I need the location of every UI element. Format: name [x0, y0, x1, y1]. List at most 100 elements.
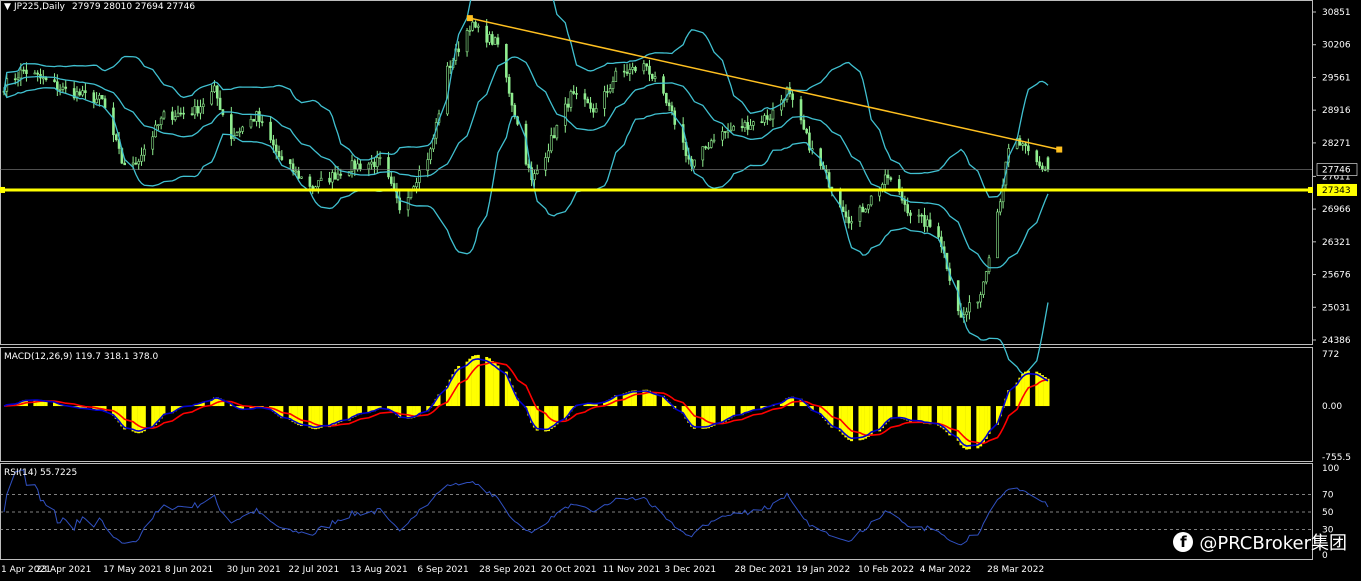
date-tick-label: 28 Mar 2022 [987, 565, 1044, 575]
candle-body [965, 311, 968, 316]
candle-body [608, 88, 612, 93]
candle-body [987, 257, 991, 272]
candle-body [883, 174, 887, 185]
macd-histogram-bar [473, 355, 477, 407]
candle-body [622, 70, 626, 73]
macd-histogram-bar [706, 406, 710, 429]
header-triangle-icon[interactable]: ▼ [4, 2, 11, 12]
candle-body [507, 76, 511, 94]
candle-body [603, 91, 606, 109]
candle-body [81, 90, 84, 96]
candle-body [625, 71, 629, 74]
candle-body [544, 157, 547, 171]
candle-body [33, 72, 37, 75]
macd-histogram-bar [1046, 378, 1050, 407]
candle-body [25, 69, 28, 74]
macd-histogram-bar [339, 406, 343, 422]
candle-body [611, 81, 615, 89]
facebook-icon: f [1173, 532, 1194, 552]
candle-body [569, 91, 573, 108]
candle-body [255, 111, 258, 122]
price-tick-label: 25031 [1322, 303, 1351, 313]
macd-histogram-bar [1038, 373, 1042, 407]
date-tick-label: 3 Dec 2021 [664, 565, 716, 575]
support-handle-left [0, 186, 5, 193]
candle-body [95, 98, 98, 104]
candle-body [157, 124, 160, 126]
candle-body [572, 91, 576, 94]
candle-body [339, 173, 343, 176]
candle-body [662, 76, 665, 94]
trendline-anchor-end [1056, 146, 1063, 153]
candle-body [917, 214, 921, 217]
candle-body [64, 86, 68, 89]
candle-body [648, 65, 651, 75]
chart-symbol: JP225,Daily [13, 2, 66, 12]
macd-histogram-bar [847, 406, 851, 440]
candle-body [269, 121, 272, 141]
candle-body [771, 109, 775, 120]
macd-histogram-bar [134, 406, 138, 433]
candle-body [308, 176, 312, 187]
candle-body [218, 97, 222, 110]
bollinger-upper [3, 0, 1049, 198]
macd-signal-line [3, 361, 1049, 445]
price-panel-frame [0, 0, 1313, 345]
macd-histogram-bar [1024, 371, 1028, 407]
macd-histogram-bar [314, 406, 318, 430]
macd-histogram-bar [925, 406, 929, 424]
candle-body [162, 111, 166, 119]
candle-body [867, 204, 870, 210]
macd-histogram-bar [493, 362, 497, 407]
candle-body [858, 206, 862, 222]
candle-body [791, 93, 794, 100]
candle-body [721, 131, 724, 141]
candle-body [701, 146, 705, 161]
candle-body [235, 132, 239, 136]
candle-body [614, 70, 618, 82]
candle-body [151, 136, 155, 150]
date-tick-label: 8 Jun 2021 [165, 565, 213, 575]
price-levels [0, 15, 1313, 193]
candle-body [903, 199, 907, 205]
candle-body [491, 34, 494, 45]
date-tick-label: 19 Jan 2022 [796, 565, 850, 575]
candle-body [998, 201, 1002, 213]
trendline-anchor-start [466, 15, 473, 22]
candle-body [886, 174, 890, 179]
macd-histogram-bar [299, 406, 303, 427]
candle-body [510, 92, 514, 106]
candle-body [740, 126, 744, 129]
candle-body [457, 48, 460, 53]
level-price-label: 27343 [1322, 186, 1351, 196]
candle-body [485, 25, 489, 43]
axes: 3085130206295612891628271276112696626321… [1, 8, 1358, 575]
candle-body [114, 134, 118, 141]
candle-body [768, 118, 772, 121]
candle-body [131, 162, 135, 166]
candle-body [984, 271, 988, 283]
candle-body [645, 63, 648, 67]
candle-body [488, 34, 491, 43]
candle-body [92, 92, 96, 104]
candle-body [468, 29, 472, 32]
candle-body [56, 81, 59, 90]
chart-canvas: 3085130206295612891628271276112696626321… [0, 0, 1358, 575]
candle-body [982, 281, 985, 295]
candle-body [586, 98, 590, 104]
macd-histogram-bar [1043, 376, 1047, 407]
macd-histogram-bar [471, 356, 475, 407]
candle-body [1018, 138, 1022, 146]
candle-body [173, 116, 177, 120]
candle-body [749, 125, 752, 130]
macd-histogram-bar [850, 406, 854, 442]
candle-body [819, 148, 822, 166]
date-tick-label: 28 Sep 2021 [479, 565, 536, 575]
macd-histogram-bar [866, 406, 870, 437]
macd-histogram-bar [308, 406, 312, 428]
candle-body [22, 69, 25, 72]
bollinger-bands [3, 0, 1049, 375]
candle-body [996, 211, 999, 259]
candle-body [274, 144, 278, 152]
trendline [469, 17, 1060, 151]
